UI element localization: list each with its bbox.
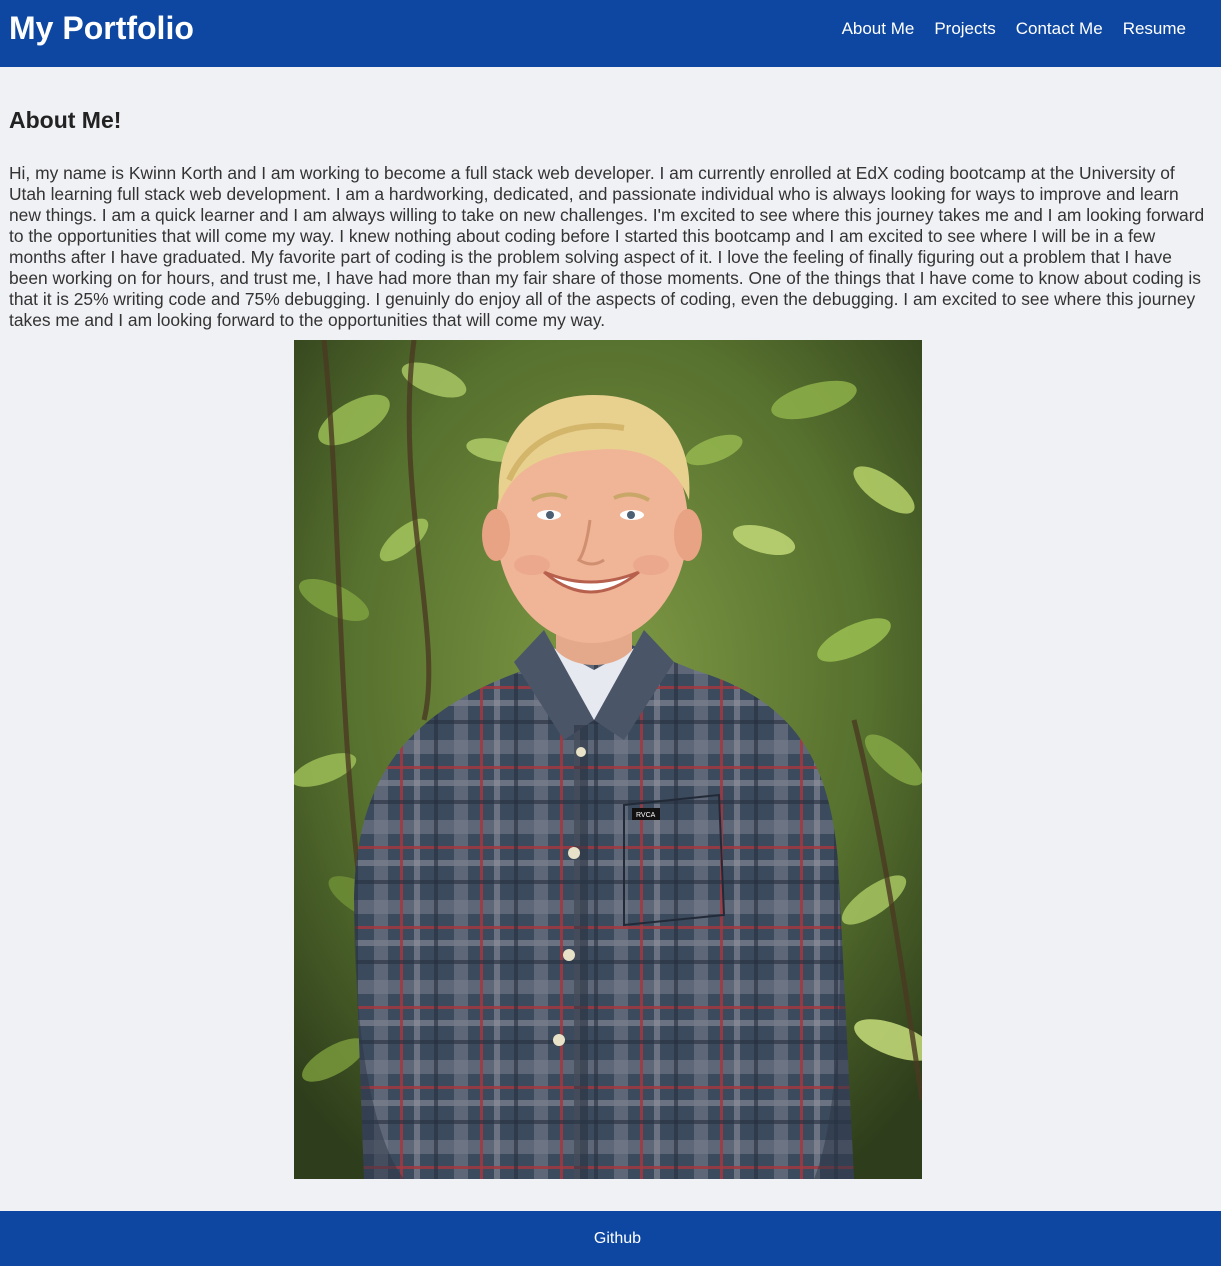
about-heading: About Me! (9, 107, 122, 133)
nav-link-resume[interactable]: Resume (1123, 19, 1186, 39)
site-footer: Github (0, 1211, 1221, 1266)
nav-link-contact-me[interactable]: Contact Me (1016, 19, 1103, 39)
github-link[interactable]: Github (594, 1230, 641, 1248)
about-paragraph: Hi, my name is Kwinn Korth and I am work… (9, 163, 1205, 330)
nav-link-about-me[interactable]: About Me (842, 19, 915, 39)
profile-photo: RVCA (294, 340, 922, 1179)
site-title: My Portfolio (9, 10, 194, 46)
nav-link-projects[interactable]: Projects (934, 19, 995, 39)
profile-photo-illustration: RVCA (294, 340, 922, 1179)
main-nav: About Me Projects Contact Me Resume (822, 0, 1186, 57)
about-section: About Me! Hi, my name is Kwinn Korth and… (9, 104, 1212, 331)
site-header: My Portfolio About Me Projects Contact M… (0, 0, 1221, 67)
shirt-logo: RVCA (636, 812, 656, 819)
